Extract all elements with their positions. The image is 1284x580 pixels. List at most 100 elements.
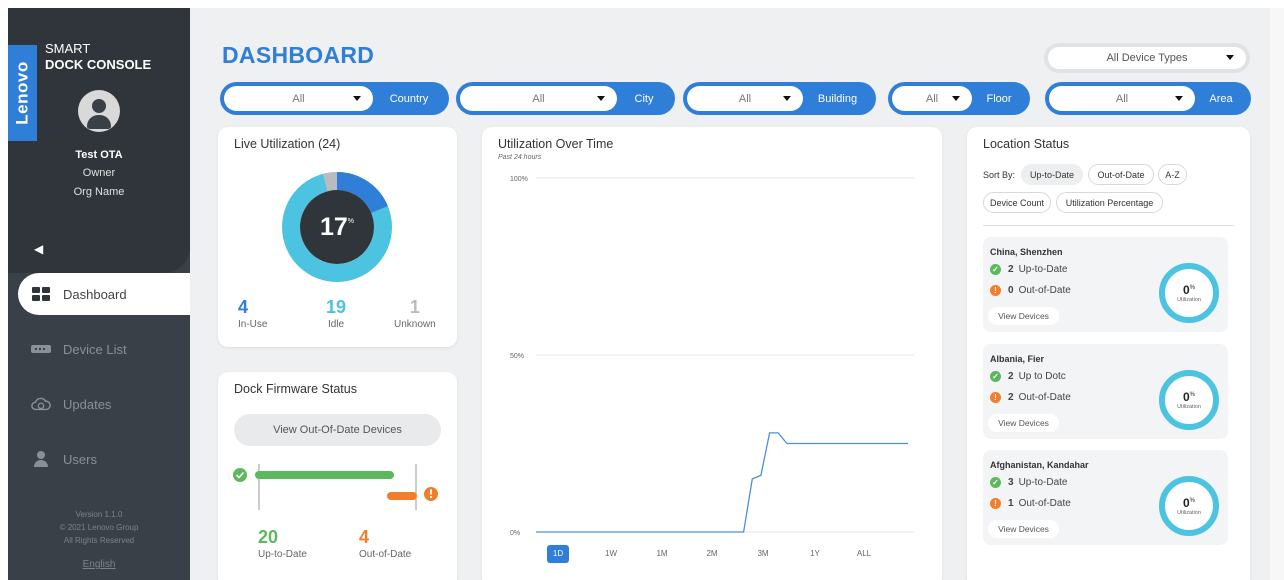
filter-floor[interactable]: All Floor [888, 82, 1030, 115]
sidebar-item-device-list[interactable]: Device List [8, 328, 190, 370]
caret-down-icon [952, 95, 960, 101]
range-all-button[interactable]: ALL [853, 545, 875, 563]
sort-out-of-date-chip[interactable]: Out-of-Date [1088, 164, 1154, 185]
area-select[interactable]: All [1049, 86, 1195, 111]
utilization-percent-value: 17 [319, 212, 348, 241]
filter-city[interactable]: All City [456, 82, 675, 115]
location-utilization-label: Utilization [1177, 510, 1201, 516]
dock-icon [31, 341, 51, 357]
building-select[interactable]: All [687, 86, 803, 111]
device-type-select[interactable]: All Device Types [1044, 43, 1250, 73]
sidebar-item-dashboard[interactable]: Dashboard [18, 273, 190, 315]
check-icon: ✓ [990, 371, 1001, 382]
utilization-donut: 17% [282, 172, 392, 282]
sort-a-z-chip[interactable]: A-Z [1158, 164, 1187, 185]
in-use-count: 4 [238, 297, 249, 317]
out-of-date-stat: 4 Out-of-Date [359, 527, 411, 560]
y-tick-label: 0% [510, 530, 520, 537]
filter-building[interactable]: All Building [683, 82, 876, 115]
app-title-line2: DOCK CONSOLE [45, 57, 152, 72]
location-name: Albania, Fier [990, 354, 1045, 364]
location-utilization-ring: 0% Utilization [1159, 263, 1219, 323]
copyright-text: © 2021 Lenovo Group [59, 523, 139, 532]
firmware-card: Dock Firmware Status View Out-Of-Date De… [218, 372, 457, 580]
caret-down-icon [1226, 55, 1234, 60]
dashboard-icon [31, 286, 51, 302]
location-up-count: 2 [1008, 264, 1014, 275]
idle-label: Idle [327, 319, 345, 330]
chevron-left-icon[interactable]: ◀ [34, 242, 43, 256]
sidebar-item-users[interactable]: Users [8, 438, 190, 480]
building-label: Building [817, 92, 858, 105]
sort-device-count-chip[interactable]: Device Count [983, 192, 1051, 213]
location-utilization-ring: 0% Utilization [1159, 476, 1219, 536]
check-icon: ✓ [990, 477, 1001, 488]
out-of-date-count: 4 [359, 527, 370, 547]
range-1d-button[interactable]: 1D [547, 545, 569, 563]
sort-up-to-date-chip[interactable]: Up-to-Date [1021, 164, 1083, 185]
range-1w-button[interactable]: 1W [600, 545, 622, 563]
location-up-count: 3 [1008, 477, 1014, 488]
unknown-stat: 1 Unknown [394, 297, 436, 330]
view-devices-button[interactable]: View Devices [988, 414, 1059, 432]
location-status-card: Location Status Sort By: Up-to-Date Out-… [967, 127, 1250, 580]
view-out-of-date-button[interactable]: View Out-Of-Date Devices [234, 414, 441, 446]
scrollbar[interactable] [1270, 8, 1284, 580]
caret-down-icon [597, 95, 605, 101]
location-out-row: ! 0 Out-of-Date [990, 285, 1071, 296]
location-item: China, Shenzhen ✓ 2 Up-to-Date ! 0 Out-o… [983, 237, 1228, 332]
location-out-label: Out-of-Date [1018, 285, 1071, 296]
divider [983, 225, 1234, 226]
check-icon [233, 468, 247, 482]
up-to-date-label: Up-to-Date [258, 549, 307, 560]
app-title-line1: SMART [45, 41, 91, 56]
sort-by-label: Sort By: [983, 170, 1016, 180]
floor-select-value: All [925, 92, 939, 105]
sidebar-item-label: Updates [63, 396, 112, 412]
utilization-over-time-card: Utilization Over Time Past 24 hours 100%… [482, 127, 942, 580]
page-title: DASHBOARD [222, 42, 375, 68]
city-select-value: All [532, 92, 545, 105]
up-to-date-stat: 20 Up-to-Date [258, 527, 307, 560]
sidebar-item-updates[interactable]: Updates [8, 383, 190, 425]
sidebar-header: Lenovo SMART DOCK CONSOLE Test OTA Owner… [8, 8, 190, 273]
utilization-percent: 17% [300, 190, 374, 264]
language-link[interactable]: English [8, 559, 190, 570]
percent-sign: % [347, 217, 355, 225]
range-1m-button[interactable]: 1M [651, 545, 673, 563]
country-select[interactable]: All [224, 86, 373, 111]
avatar[interactable] [78, 90, 120, 132]
caret-down-icon [1175, 95, 1183, 101]
warning-icon: ! [990, 392, 1001, 403]
range-2m-button[interactable]: 2M [701, 545, 723, 563]
view-devices-button[interactable]: View Devices [988, 520, 1059, 538]
filter-country[interactable]: All Country [220, 82, 449, 115]
location-out-label: Out-of-Date [1018, 498, 1071, 509]
view-devices-button[interactable]: View Devices [988, 307, 1059, 325]
y-tick-label: 100% [510, 176, 528, 183]
range-1y-button[interactable]: 1Y [804, 545, 826, 563]
location-out-count: 1 [1008, 498, 1014, 509]
sidebar-item-label: Users [63, 451, 97, 467]
avatar-body [87, 115, 111, 129]
location-util-value: 0 [1182, 496, 1190, 510]
location-out-label: Out-of-Date [1018, 392, 1071, 403]
filter-area[interactable]: All Area [1045, 82, 1251, 115]
percent-sign: % [1189, 392, 1196, 398]
range-3m-button[interactable]: 3M [752, 545, 774, 563]
city-select[interactable]: All [460, 86, 617, 111]
location-item: Afghanistan, Kandahar ✓ 3 Up-to-Date ! 1… [983, 450, 1228, 545]
utilization-series-line [536, 432, 908, 533]
location-up-label: Up-to-Date [1018, 477, 1068, 488]
unknown-count: 1 [409, 297, 420, 317]
cloud-update-icon [31, 396, 51, 412]
percent-sign: % [1189, 285, 1196, 291]
location-utilization-ring: 0% Utilization [1159, 370, 1219, 430]
floor-select[interactable]: All [892, 86, 972, 111]
sidebar-item-label: Device List [63, 341, 127, 357]
version-info: Version 1.1.0 © 2021 Lenovo Group All Ri… [8, 508, 190, 547]
percent-sign: % [1189, 498, 1196, 504]
rights-text: All Rights Reserved [63, 536, 135, 545]
sort-utilization-chip[interactable]: Utilization Percentage [1056, 192, 1163, 213]
sidebar: Lenovo SMART DOCK CONSOLE Test OTA Owner… [8, 8, 190, 580]
